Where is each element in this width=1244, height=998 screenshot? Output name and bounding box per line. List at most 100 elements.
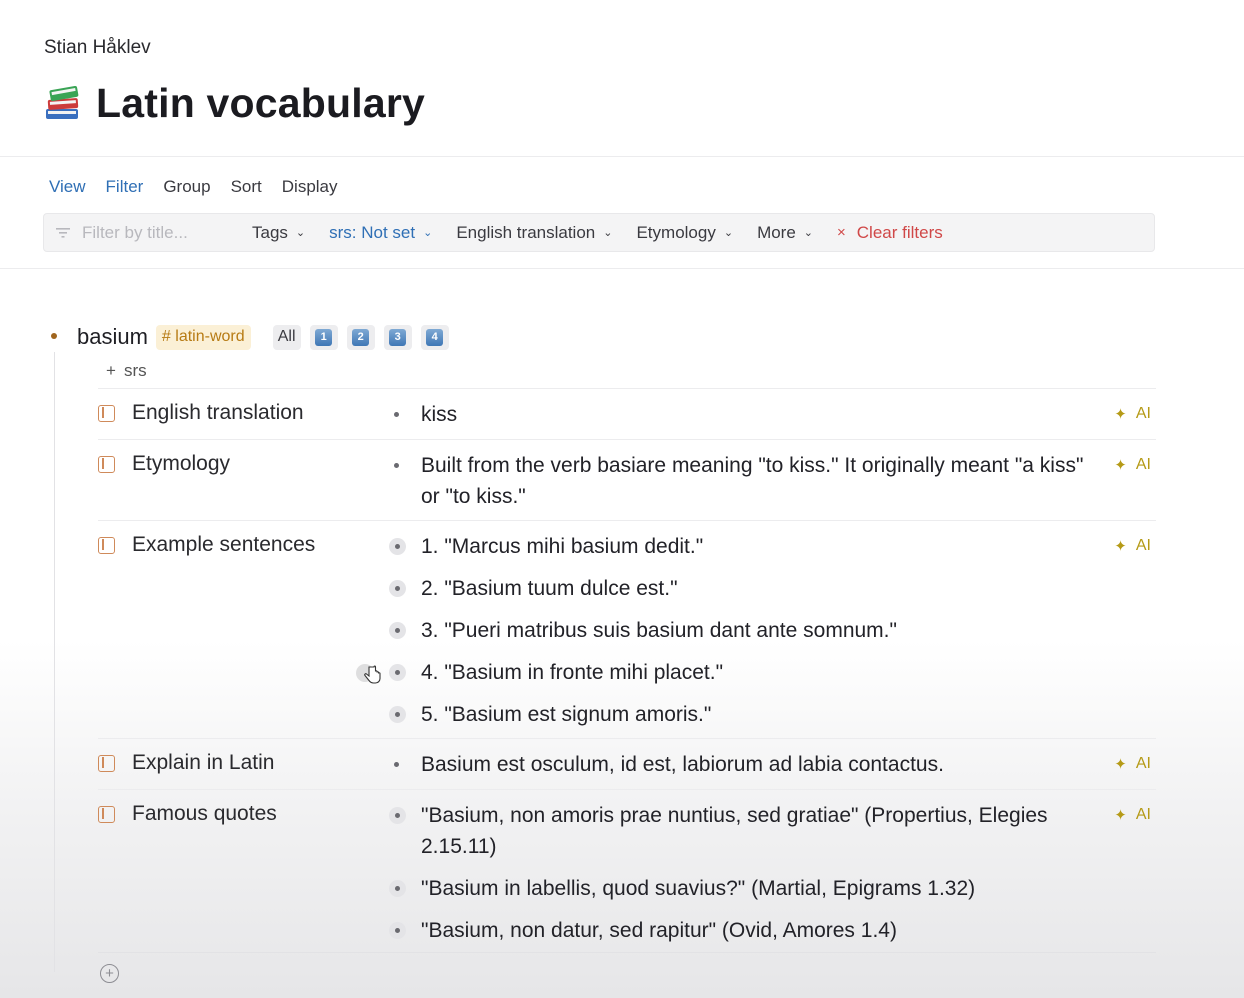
value-item[interactable]: Basium est osculum, id est, labiorum ad …	[388, 749, 1098, 780]
ai-button[interactable]: ✦ AI	[1114, 755, 1151, 773]
chevron-down-icon: ⌄	[423, 227, 433, 239]
value-text: 5. "Basium est signum amoris."	[421, 703, 712, 726]
keycap-3-icon: 3	[389, 328, 407, 346]
tab-display[interactable]: Display	[282, 177, 338, 197]
field-values: 1. "Marcus mihi basium dedit." 2. "Basiu…	[388, 531, 1098, 730]
etymology-filter-dropdown[interactable]: Etymology ⌄	[636, 223, 733, 243]
sparkle-icon: ✦	[1114, 538, 1127, 555]
field-row-famous-quotes: Famous quotes "Basium, non amoris prae n…	[98, 789, 1156, 953]
ai-label: AI	[1135, 537, 1151, 554]
value-item[interactable]: Built from the verb basiare meaning "to …	[388, 450, 1098, 512]
collapsed-bullet-icon[interactable]	[389, 807, 406, 824]
tab-sort[interactable]: Sort	[231, 177, 262, 197]
author-name[interactable]: Stian Håklev	[44, 37, 151, 59]
value-text: kiss	[421, 403, 458, 426]
ai-button[interactable]: ✦ AI	[1114, 537, 1151, 555]
filter-icon	[56, 227, 70, 238]
ai-label: AI	[1135, 755, 1151, 772]
ai-button[interactable]: ✦ AI	[1114, 806, 1151, 824]
tags-filter-dropdown[interactable]: Tags ⌄	[252, 223, 305, 243]
node-title[interactable]: basium	[77, 324, 148, 350]
value-text: "Basium in labellis, quod suavius?" (Mar…	[421, 877, 976, 900]
add-srs-field[interactable]: + srs	[106, 361, 147, 381]
value-item[interactable]: "Basium, non amoris prae nuntius, sed gr…	[388, 800, 1098, 862]
ai-label: AI	[1135, 806, 1151, 823]
add-circle-icon[interactable]: +	[100, 964, 119, 983]
ai-button[interactable]: ✦ AI	[1114, 456, 1151, 474]
value-item[interactable]: 1. "Marcus mihi basium dedit."	[388, 531, 1098, 562]
field-famous-quotes[interactable]: Famous quotes	[98, 802, 277, 826]
collapsed-bullet-icon[interactable]	[389, 580, 406, 597]
filter-bar: Tags ⌄ srs: Not set ⌄ English translatio…	[43, 213, 1155, 252]
value-item[interactable]: 2. "Basium tuum dulce est."	[388, 573, 1098, 604]
sparkle-icon: ✦	[1114, 756, 1127, 773]
tab-group[interactable]: Group	[163, 177, 210, 197]
sparkle-icon: ✦	[1114, 406, 1127, 423]
value-item[interactable]: "Basium in labellis, quod suavius?" (Mar…	[388, 873, 1098, 904]
filter-title-input[interactable]	[82, 222, 212, 243]
field-english-translation[interactable]: English translation	[98, 401, 304, 425]
value-item[interactable]: kiss	[388, 399, 1098, 430]
ai-label: AI	[1135, 405, 1151, 422]
chevron-down-icon: ⌄	[723, 227, 734, 239]
tab-filter[interactable]: Filter	[106, 177, 144, 197]
value-text: 1. "Marcus mihi basium dedit."	[421, 535, 704, 558]
value-text: 3. "Pueri matribus suis basium dant ante…	[421, 619, 897, 642]
bullet-icon	[394, 463, 399, 468]
hand-cursor-icon	[356, 664, 381, 684]
value-item[interactable]: 3. "Pueri matribus suis basium dant ante…	[388, 615, 1098, 646]
page-title-row: Latin vocabulary	[44, 80, 425, 127]
value-text: Built from the verb basiare meaning "to …	[421, 454, 1084, 508]
srs-3-button[interactable]: 3	[383, 324, 412, 350]
value-item[interactable]: "Basium, non datur, sed rapitur" (Ovid, …	[388, 915, 1098, 946]
field-icon	[98, 536, 115, 554]
view-tabs: View Filter Group Sort Display	[49, 177, 338, 197]
tab-view[interactable]: View	[49, 177, 86, 197]
page-title: Latin vocabulary	[96, 80, 426, 126]
node-bullet[interactable]	[51, 333, 57, 339]
field-values: Built from the verb basiare meaning "to …	[388, 450, 1098, 512]
field-row-english-translation: English translation kiss ✦ AI	[98, 388, 1156, 439]
close-icon: ×	[837, 224, 846, 241]
more-filter-dropdown[interactable]: More ⌄	[757, 223, 813, 243]
field-icon	[98, 404, 115, 422]
collapsed-bullet-icon[interactable]	[389, 538, 406, 555]
field-explain-in-latin[interactable]: Explain in Latin	[98, 751, 274, 775]
divider	[0, 268, 1244, 269]
divider	[0, 156, 1244, 157]
collapsed-bullet-icon[interactable]	[389, 664, 406, 681]
sparkle-icon: ✦	[1114, 457, 1127, 474]
more-filter-label: More	[757, 222, 796, 242]
value-item[interactable]: 5. "Basium est signum amoris."	[388, 699, 1098, 730]
filter-by-title[interactable]	[56, 222, 226, 243]
keycap-1-icon: 1	[315, 328, 333, 346]
collapsed-bullet-icon[interactable]	[389, 706, 406, 723]
keycap-4-icon: 4	[426, 328, 444, 346]
collapsed-bullet-icon[interactable]	[389, 922, 406, 939]
field-values: Basium est osculum, id est, labiorum ad …	[388, 749, 1098, 780]
collapsed-bullet-icon[interactable]	[389, 880, 406, 897]
field-row-example-sentences: Example sentences 1. "Marcus mihi basium…	[98, 520, 1156, 738]
field-icon	[98, 805, 115, 823]
field-example-sentences[interactable]: Example sentences	[98, 533, 315, 557]
field-values: "Basium, non amoris prae nuntius, sed gr…	[388, 800, 1098, 946]
value-item[interactable]: 4. "Basium in fronte mihi placet."	[388, 657, 1098, 688]
collapsed-bullet-icon[interactable]	[389, 622, 406, 639]
add-srs-label: srs	[123, 361, 147, 380]
bullet-icon	[394, 412, 399, 417]
ai-button[interactable]: ✦ AI	[1114, 405, 1151, 423]
srs-all-button[interactable]: All	[272, 324, 301, 350]
srs-4-button[interactable]: 4	[420, 324, 449, 350]
plus-icon: +	[106, 361, 116, 380]
srs-filter-label: srs: Not set	[329, 222, 416, 242]
field-label: English translation	[132, 401, 304, 424]
tag-latin-word[interactable]: # latin-word	[155, 324, 251, 350]
english-translation-filter-dropdown[interactable]: English translation ⌄	[456, 223, 612, 243]
chevron-down-icon: ⌄	[803, 227, 814, 239]
srs-filter-dropdown[interactable]: srs: Not set ⌄	[329, 223, 432, 243]
srs-1-button[interactable]: 1	[309, 324, 338, 350]
srs-2-button[interactable]: 2	[346, 324, 375, 350]
field-etymology[interactable]: Etymology	[98, 452, 230, 476]
value-text: Basium est osculum, id est, labiorum ad …	[421, 753, 944, 776]
clear-filters-button[interactable]: × Clear filters	[837, 223, 943, 243]
